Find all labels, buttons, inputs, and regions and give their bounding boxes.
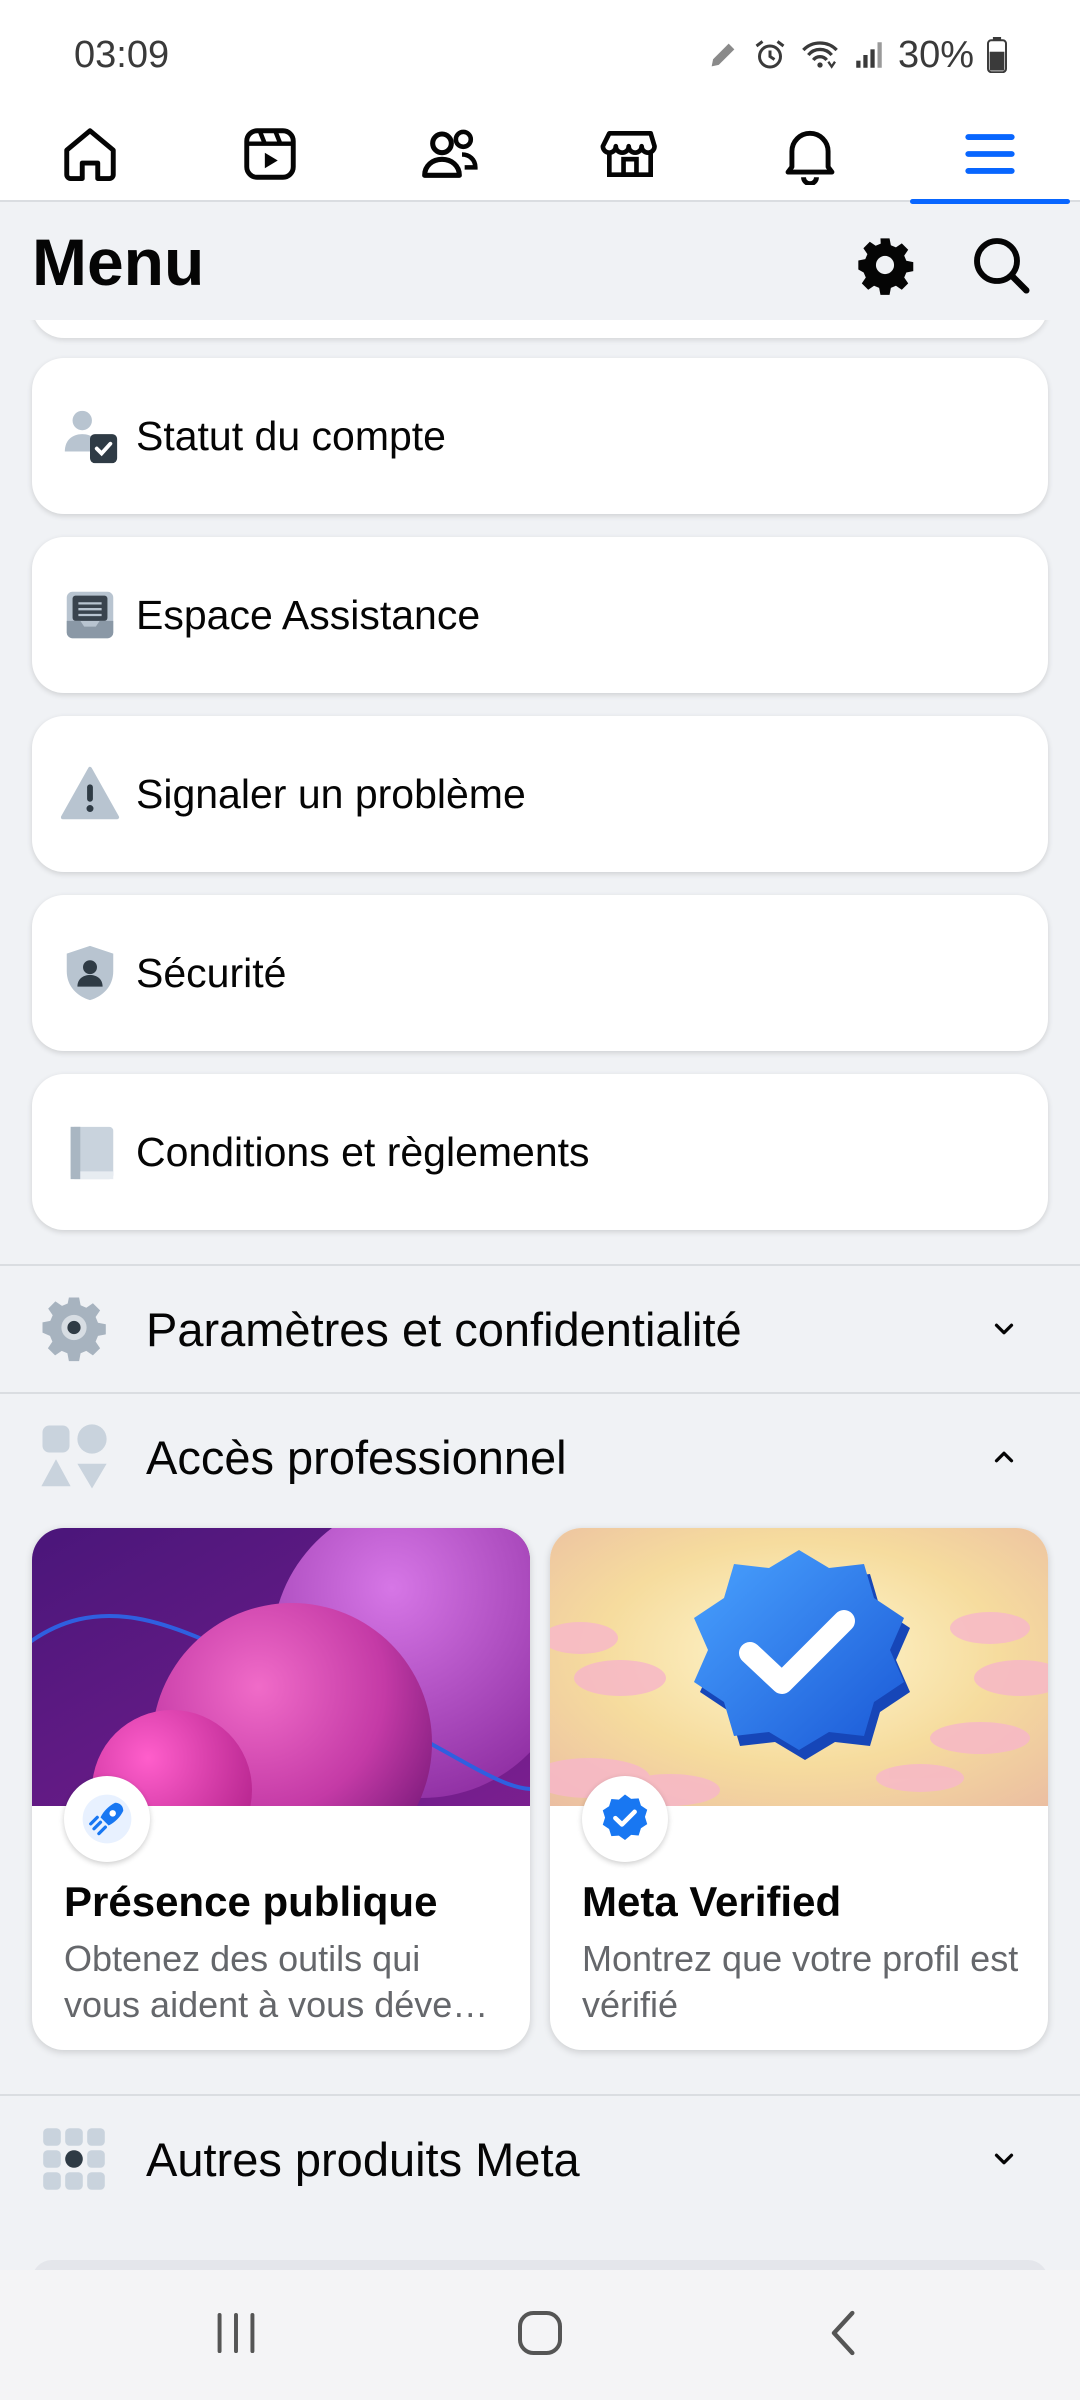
public-presence-image: [32, 1528, 530, 1806]
home-circle-icon: [515, 2308, 565, 2363]
tab-video[interactable]: [180, 110, 360, 202]
chevron-down-icon: [984, 2139, 1024, 2179]
signal-icon: [852, 38, 886, 72]
meta-verified-card[interactable]: Meta Verified Montrez que votre profil e…: [550, 1528, 1048, 2050]
back-icon: [822, 2308, 866, 2363]
account-status-label: Statut du compte: [136, 412, 446, 459]
status-bar: 03:09 30%: [0, 0, 1080, 110]
wifi-icon: [800, 38, 840, 72]
video-icon: [239, 123, 301, 190]
rocket-icon: [64, 1776, 150, 1862]
tab-friends[interactable]: [360, 110, 540, 202]
recent-apps-button[interactable]: [176, 2300, 296, 2370]
system-navigation-bar: [0, 2270, 1080, 2400]
other-meta-products-label: Autres produits Meta: [146, 2132, 580, 2186]
menu-header: Menu: [0, 204, 1080, 320]
public-presence-card[interactable]: Présence publique Obtenez des outils qui…: [32, 1528, 530, 2050]
professional-access-row[interactable]: Accès professionnel: [0, 1394, 1080, 1520]
menu-icon: [961, 125, 1019, 188]
pencil-icon: [706, 38, 740, 72]
book-icon: [58, 1120, 122, 1184]
shield-icon: [58, 941, 122, 1005]
settings-privacy-label: Paramètres et confidentialité: [146, 1302, 742, 1356]
page-title: Menu: [32, 225, 205, 299]
recent-apps-icon: [211, 2310, 261, 2361]
terms-label: Conditions et règlements: [136, 1128, 590, 1175]
public-presence-title: Présence publique: [64, 1878, 438, 1925]
bell-icon: [779, 123, 841, 190]
friends-icon: [418, 122, 482, 191]
chevron-down-icon: [984, 1309, 1024, 1349]
support-inbox-icon: [58, 583, 122, 647]
account-status-card[interactable]: Statut du compte: [32, 358, 1048, 514]
warning-icon: [58, 762, 122, 826]
status-time: 03:09: [74, 34, 170, 76]
support-inbox-label: Espace Assistance: [136, 591, 481, 638]
account-status-icon: [58, 404, 122, 468]
tab-notifications[interactable]: [720, 110, 900, 202]
search-icon: [969, 233, 1033, 302]
professional-access-label: Accès professionnel: [146, 1430, 567, 1484]
security-card[interactable]: Sécurité: [32, 895, 1048, 1051]
back-button[interactable]: [784, 2300, 904, 2370]
settings-gear-icon: [853, 233, 917, 302]
terms-card[interactable]: Conditions et règlements: [32, 1074, 1048, 1230]
report-problem-card[interactable]: Signaler un problème: [32, 716, 1048, 872]
shapes-icon: [36, 1419, 112, 1495]
partial-card: [32, 320, 1048, 338]
battery-icon: [986, 37, 1008, 73]
meta-verified-desc: Montrez que votre profil est vérifié: [582, 1938, 1019, 2025]
settings-privacy-row[interactable]: Paramètres et confidentialité: [0, 1266, 1080, 1392]
chevron-up-icon: [984, 1437, 1024, 1477]
home-button[interactable]: [480, 2300, 600, 2370]
meta-verified-image: [550, 1528, 1048, 1806]
search-button[interactable]: [966, 232, 1036, 302]
grid-icon: [36, 2121, 112, 2197]
tab-marketplace[interactable]: [540, 110, 720, 202]
gear-icon: [36, 1291, 112, 1367]
menu-scroll-area[interactable]: Statut du compte Espace Assistance Signa…: [0, 320, 1080, 2270]
status-icons: 30%: [706, 30, 1008, 80]
tab-home[interactable]: [0, 110, 180, 202]
settings-button[interactable]: [850, 232, 920, 302]
report-problem-label: Signaler un problème: [136, 770, 526, 817]
home-icon: [59, 123, 121, 190]
other-meta-products-row[interactable]: Autres produits Meta: [0, 2096, 1080, 2222]
public-presence-desc: Obtenez des outils qui vous aident à vou…: [64, 1938, 489, 2025]
partial-card: [32, 2260, 1048, 2270]
meta-verified-title: Meta Verified: [582, 1878, 842, 1925]
alarm-icon: [752, 37, 788, 73]
tab-menu[interactable]: [900, 110, 1080, 204]
support-inbox-card[interactable]: Espace Assistance: [32, 537, 1048, 693]
marketplace-icon: [599, 123, 661, 190]
security-label: Sécurité: [136, 949, 287, 996]
battery-percent: 30%: [897, 33, 974, 76]
verified-icon: [582, 1776, 668, 1862]
top-navigation: [0, 110, 1080, 204]
